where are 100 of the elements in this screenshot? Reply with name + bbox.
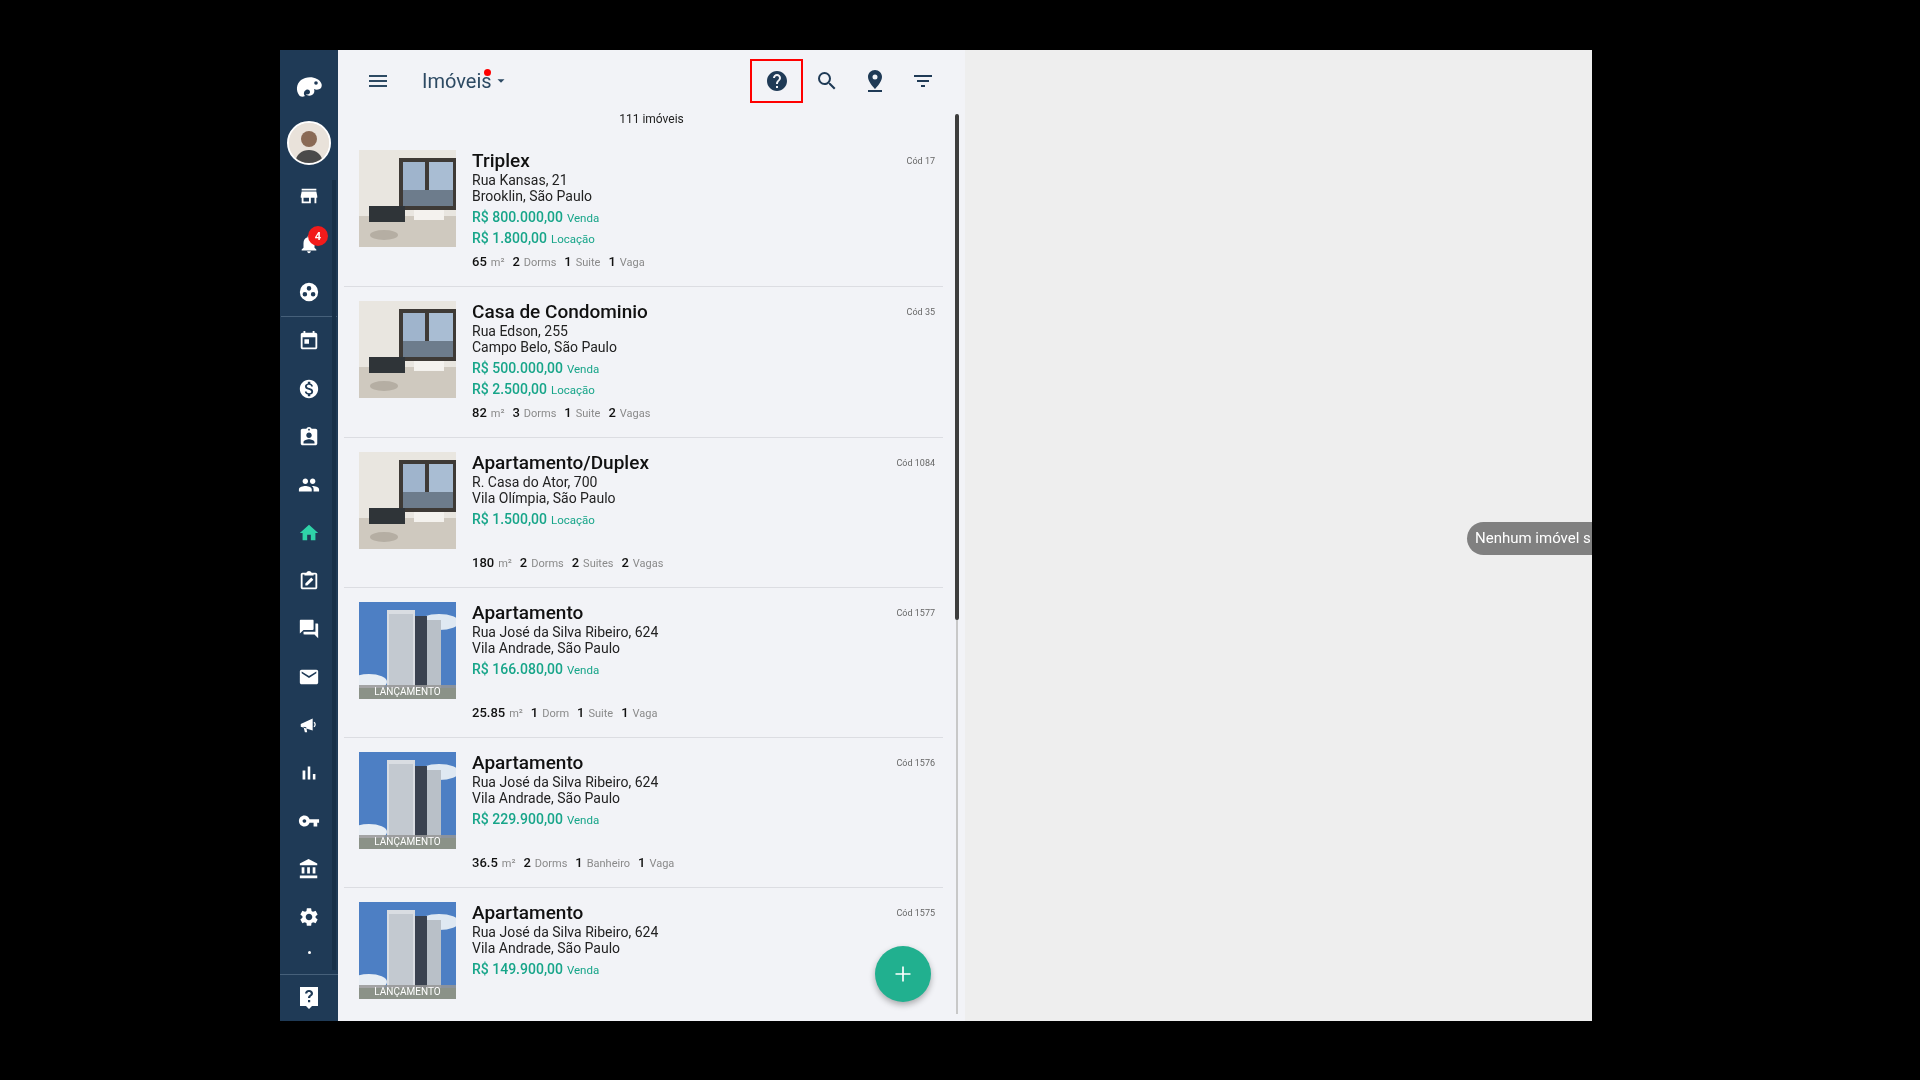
settings-icon[interactable] xyxy=(298,906,320,928)
listing-code: Cód 17 xyxy=(906,155,935,166)
listing-card[interactable]: Casa de Condominio Cód 35 Rua Edson, 255 Campo Belo, São Paulo R$ 500.000,00 Venda R$ 2.500,00 Locação 82 m² 3 Dorms 1 Suite 2 Vagas xyxy=(344,287,943,438)
listing-code: Cód 1576 xyxy=(896,757,935,768)
listing-code: Cód 35 xyxy=(906,306,935,317)
feature-value: 1 xyxy=(621,705,629,720)
launch-tag: LANÇAMENTO xyxy=(359,985,456,999)
scrollbar-thumb[interactable] xyxy=(955,114,959,620)
listing-card[interactable]: LANÇAMENTO Apartamento Cód 1575 Rua José da Silva Ribeiro, 624 Vila Andrade, São Paulo R$ 149.900,00 Venda xyxy=(344,888,943,1021)
listing-district: Vila Andrade, São Paulo xyxy=(472,940,622,956)
price: R$ 229.900,00 xyxy=(472,811,563,827)
feature-unit: Dorms xyxy=(523,256,557,269)
feature-value: 1 xyxy=(638,855,646,870)
feature-unit: m² xyxy=(498,557,512,570)
feature-unit: Suite xyxy=(575,407,601,420)
listing-title: Apartamento xyxy=(472,602,584,624)
feature-value: 2 xyxy=(571,555,580,570)
price-type: Locação xyxy=(551,383,595,397)
feature-unit: Dorms xyxy=(523,407,557,420)
plus-icon xyxy=(893,964,913,984)
listing-code: Cód 1575 xyxy=(896,907,935,918)
feature-unit: Dorms xyxy=(531,557,564,570)
price-type: Venda xyxy=(566,813,600,827)
price-type: Venda xyxy=(566,362,600,376)
feature-unit: Vaga xyxy=(619,256,645,269)
feature-value: 1 xyxy=(530,705,539,720)
feature-unit: Vagas xyxy=(632,557,664,570)
listing-card[interactable]: LANÇAMENTO Apartamento Cód 1576 Rua José da Silva Ribeiro, 624 Vila Andrade, São Paulo R$ 229.900,00 Venda 36.5 m² 2 Dorms 1 Banheiro 1 Vaga xyxy=(344,738,943,888)
listing-address: R. Casa do Ator, 700 xyxy=(472,474,599,490)
feature-value: 1 xyxy=(577,705,585,720)
listing-address: Rua José da Silva Ribeiro, 624 xyxy=(472,924,660,940)
feature-value: 65 xyxy=(472,254,487,269)
feature-unit: m² xyxy=(490,256,505,269)
feature-value: 2 xyxy=(608,405,616,420)
feature-value: 25.85 xyxy=(472,705,506,720)
feature-unit: Vaga xyxy=(649,857,675,870)
price-type: Venda xyxy=(566,211,600,225)
listing-address: Rua José da Silva Ribeiro, 624 xyxy=(472,624,660,640)
feature-value: 180 xyxy=(472,555,495,570)
listing-title: Apartamento xyxy=(472,752,584,774)
section-dropdown[interactable]: Imóveis xyxy=(422,69,508,93)
listing-code: Cód 1577 xyxy=(896,607,935,618)
feature-unit: Suite xyxy=(588,707,614,720)
feature-value: 2 xyxy=(523,855,531,870)
feature-value: 1 xyxy=(608,254,616,269)
feature-value: 36.5 xyxy=(472,855,498,870)
listing-district: Vila Olímpia, São Paulo xyxy=(472,490,617,506)
feature-unit: Suites xyxy=(583,557,614,570)
price: R$ 500.000,00 xyxy=(472,360,563,376)
more-dot[interactable] xyxy=(307,951,311,954)
listing-code: Cód 1084 xyxy=(896,457,935,468)
feature-unit: Vaga xyxy=(632,707,658,720)
feature-value: 2 xyxy=(621,555,629,570)
listing-title: Triplex xyxy=(472,150,530,172)
launch-tag: LANÇAMENTO xyxy=(359,835,456,849)
feature-value: 2 xyxy=(519,555,528,570)
price-type: Venda xyxy=(566,963,600,977)
price: R$ 2.500,00 xyxy=(472,381,547,397)
feature-unit: Dorms xyxy=(534,857,568,870)
price-type: Locação xyxy=(551,513,595,527)
feature-unit: m² xyxy=(490,407,505,420)
listing-title: Apartamento/Duplex xyxy=(472,452,649,474)
chat-icon[interactable] xyxy=(298,618,320,640)
listing-address: Rua José da Silva Ribeiro, 624 xyxy=(472,774,660,790)
listing-district: Vila Andrade, São Paulo xyxy=(472,790,622,806)
listing-district: Brooklin, São Paulo xyxy=(472,188,594,204)
feature-unit: Vagas xyxy=(619,407,651,420)
feature-value: 3 xyxy=(512,405,520,420)
price: R$ 166.080,00 xyxy=(472,661,563,677)
feature-unit: m² xyxy=(501,857,516,870)
calendar-icon[interactable] xyxy=(298,330,320,352)
listing-card[interactable]: Apartamento/Duplex Cód 1084 R. Casa do Ator, 700 Vila Olímpia, São Paulo R$ 1.500,00 Locação 180 m² 2 Dorms 2 Suites 2 Vagas xyxy=(344,438,943,588)
dollar-icon[interactable] xyxy=(298,378,320,400)
price: R$ 800.000,00 xyxy=(472,209,563,225)
listing-district: Vila Andrade, São Paulo xyxy=(472,640,622,656)
feature-value: 1 xyxy=(575,855,583,870)
bank-icon[interactable] xyxy=(298,858,320,880)
feature-value: 1 xyxy=(564,405,572,420)
contact-card-icon[interactable] xyxy=(298,426,320,448)
help-icon xyxy=(764,69,789,93)
listing-address: Rua Kansas, 21 xyxy=(472,172,569,188)
result-count: 111 imóveis xyxy=(619,112,684,128)
feature-unit: Suite xyxy=(575,256,601,269)
feature-unit: Banheiro xyxy=(586,857,631,870)
avatar[interactable] xyxy=(287,121,331,165)
price-type: Venda xyxy=(566,663,600,677)
feature-value: 1 xyxy=(564,254,572,269)
listing-card[interactable]: LANÇAMENTO Apartamento Cód 1577 Rua José da Silva Ribeiro, 624 Vila Andrade, São Paulo R$ 166.080,00 Venda 25.85 m² 1 Dorm 1 Suite 1 Vaga xyxy=(344,588,943,738)
price: R$ 1.800,00 xyxy=(472,230,547,246)
help-icon[interactable] xyxy=(299,986,319,1010)
listing-card[interactable]: Triplex Cód 17 Rua Kansas, 21 Brooklin, São Paulo R$ 800.000,00 Venda R$ 1.800,00 Locação 65 m² 2 Dorms 1 Suite 1 Vaga xyxy=(344,136,943,287)
feature-value: 82 xyxy=(472,405,487,420)
help-button[interactable] xyxy=(750,59,803,103)
feature-unit: Dorm xyxy=(542,707,570,720)
listing-address: Rua Edson, 255 xyxy=(472,323,569,339)
clipboard-edit-icon[interactable] xyxy=(298,570,320,592)
price: R$ 149.900,00 xyxy=(472,961,563,977)
empty-toast: Nenhum imóvel s xyxy=(1467,522,1592,555)
price: R$ 1.500,00 xyxy=(472,511,547,527)
listing-title: Casa de Condominio xyxy=(472,301,648,323)
